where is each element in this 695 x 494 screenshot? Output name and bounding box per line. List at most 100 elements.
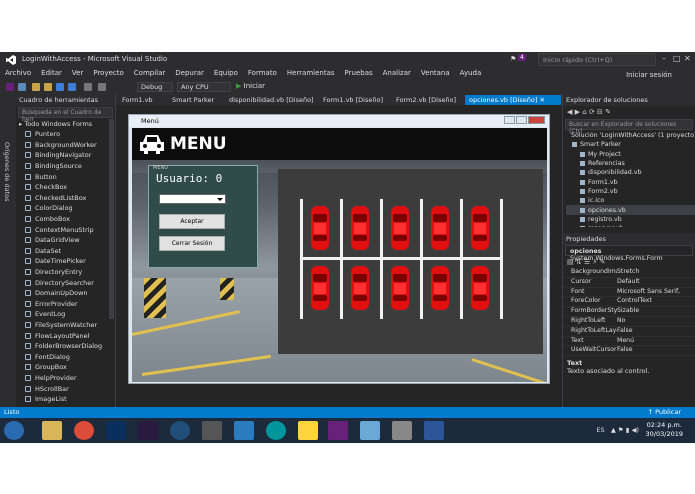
menu-proyecto[interactable]: Proyecto [88,67,128,77]
sign-in-link[interactable]: Iniciar sesión [621,69,677,79]
menu-herramientas[interactable]: Herramientas [282,67,340,77]
start-button[interactable]: ▶ Iniciar [236,82,265,90]
toolbox-item[interactable]: HScrollBar [16,383,115,394]
solution-item[interactable]: Form2.vb [566,187,695,196]
dev-tool-icon[interactable] [202,421,222,440]
new-project-icon[interactable] [32,83,40,91]
tray-arrow-icon[interactable]: ▲ [611,426,616,434]
toolbox-item[interactable]: DirectorySearcher [16,277,115,288]
toolbox-scrollbar[interactable] [109,119,114,319]
property-value[interactable]: Menú [617,337,695,346]
save-icon[interactable] [56,83,64,91]
solution-item[interactable]: ic.ico [566,196,695,205]
property-row[interactable]: RightToLeftLayoutFalse [563,327,695,337]
home-icon[interactable]: ⌂ [582,108,586,116]
forward-icon[interactable] [18,83,26,91]
property-pages-icon[interactable]: ✎ [600,258,606,266]
property-value[interactable]: False [617,346,695,355]
toolbox-item[interactable]: FileSystemWatcher [16,320,115,331]
word-icon[interactable] [424,421,444,440]
notification-count[interactable]: 4 [518,54,526,61]
close-icon[interactable]: ✕ [684,54,691,63]
toolbox-item[interactable]: EventLog [16,309,115,320]
property-row[interactable]: RightToLeft No [563,317,695,327]
menu-analizar[interactable]: Analizar [378,67,416,77]
categorized-icon[interactable]: ▤ [567,258,574,266]
parking-spot-car[interactable] [390,205,410,251]
property-row[interactable]: UseWaitCursor False [563,346,695,357]
parking-spot-car[interactable] [430,265,450,311]
toolbox-search-input[interactable]: Búsqueda en el Cuadro de herr [18,107,113,123]
solution-item[interactable]: Form1.vb [566,177,695,186]
parking-spot-car[interactable] [430,205,450,251]
parking-spot-car[interactable] [470,205,490,251]
solution-item[interactable]: Smart Parker [566,140,695,149]
solution-item[interactable]: reservar.vb [566,224,695,227]
app-icon[interactable] [234,421,254,440]
minimize-icon[interactable]: – [662,54,666,63]
wrench-icon[interactable]: ✎ [605,108,611,116]
toolbox-item[interactable]: Puntero [16,129,115,140]
solution-search-input[interactable]: Buscar en Explorador de soluciones (Ctrl [565,119,693,135]
open-file-icon[interactable] [44,83,52,91]
back-icon[interactable]: ◀ [567,108,572,116]
properties-object-select[interactable]: opciones System.Windows.Forms.Form [565,245,693,262]
back-icon[interactable] [6,83,14,91]
parking-spot-car[interactable] [390,265,410,311]
toolbox-item[interactable]: DataSet [16,246,115,257]
language-indicator[interactable]: ES [596,426,604,434]
redo-icon[interactable] [98,83,106,91]
toolbox-item[interactable]: DataGridView [16,235,115,246]
property-row[interactable]: ForeColor ControlText [563,297,695,308]
solution-item[interactable]: Referencias [566,159,695,168]
platform-select[interactable]: Any CPU [177,82,231,92]
parking-spot-car[interactable] [350,205,370,251]
chrome-icon[interactable] [74,421,94,440]
arduino-icon[interactable] [266,421,286,440]
undo-icon[interactable] [84,83,92,91]
designed-form[interactable]: Menú MENU MENU Usuario: 0 Aceptar Cerrar… [128,114,550,384]
tab-form1-design[interactable]: Form1.vb [Diseño] [319,95,387,105]
data-sources-tab[interactable]: Orígenes de datos [3,142,11,202]
menu-archivo[interactable]: Archivo [0,67,36,77]
toolbox-item[interactable]: FontDialog [16,351,115,362]
property-value[interactable]: Stretch [617,268,695,277]
python-icon[interactable] [298,421,318,440]
parking-spot-car[interactable] [470,265,490,311]
solution-item[interactable]: disponibilidad.vb [566,168,695,177]
menu-formato[interactable]: Formato [243,67,282,77]
tab-opciones-design[interactable]: opciones.vb [Diseño] ✕ [465,95,561,105]
sync-icon[interactable]: ⟳ [589,108,595,116]
property-row[interactable]: Cursor Default [563,278,695,288]
visual-studio-taskbar-icon[interactable] [328,421,348,440]
property-value[interactable]: Default [617,278,695,287]
property-row[interactable]: Font Microsoft Sans Serif, [563,288,695,298]
save-all-icon[interactable] [68,83,76,91]
events-icon[interactable]: ⚡ [592,258,597,266]
toolbox-item[interactable]: ComboBox [16,214,115,225]
toolbox-item[interactable]: ColorDialog [16,203,115,214]
media-icon[interactable] [170,421,190,440]
property-row[interactable]: BackgroundImageLStretch [563,268,695,278]
tab-smart-parker[interactable]: Smart Parker [168,95,218,105]
tab-form2-design[interactable]: Form2.vb [Diseño] [392,95,460,105]
toolbox-item[interactable]: DomainUpDown [16,288,115,299]
toolbox-item[interactable]: ErrorProvider [16,299,115,310]
toolbox-item[interactable]: ImageList [16,394,115,405]
solution-item[interactable]: My Project [566,150,695,159]
toolbox-item[interactable]: ContextMenuStrip [16,224,115,235]
flag-icon[interactable]: ⚑ [618,426,624,434]
parking-spot-car[interactable] [310,205,330,251]
menu-ayuda[interactable]: Ayuda [455,67,487,77]
volume-icon[interactable]: ◀) [631,426,639,434]
solution-item[interactable]: Solución 'LoginWithAccess' (1 proyecto) [566,131,695,140]
property-row[interactable]: FormBorderStyleSizable [563,307,695,317]
toolbox-item[interactable]: CheckedListBox [16,193,115,204]
forward-icon[interactable]: ▶ [575,108,580,116]
collapse-icon[interactable]: ⊟ [597,108,603,116]
property-value[interactable]: Sizable [617,307,695,316]
parking-spot-car[interactable] [350,265,370,311]
maximize-icon[interactable]: □ [673,54,681,63]
notification-flag-icon[interactable]: ⚑ [510,55,516,63]
toolbox-item[interactable]: BackgroundWorker [16,140,115,151]
